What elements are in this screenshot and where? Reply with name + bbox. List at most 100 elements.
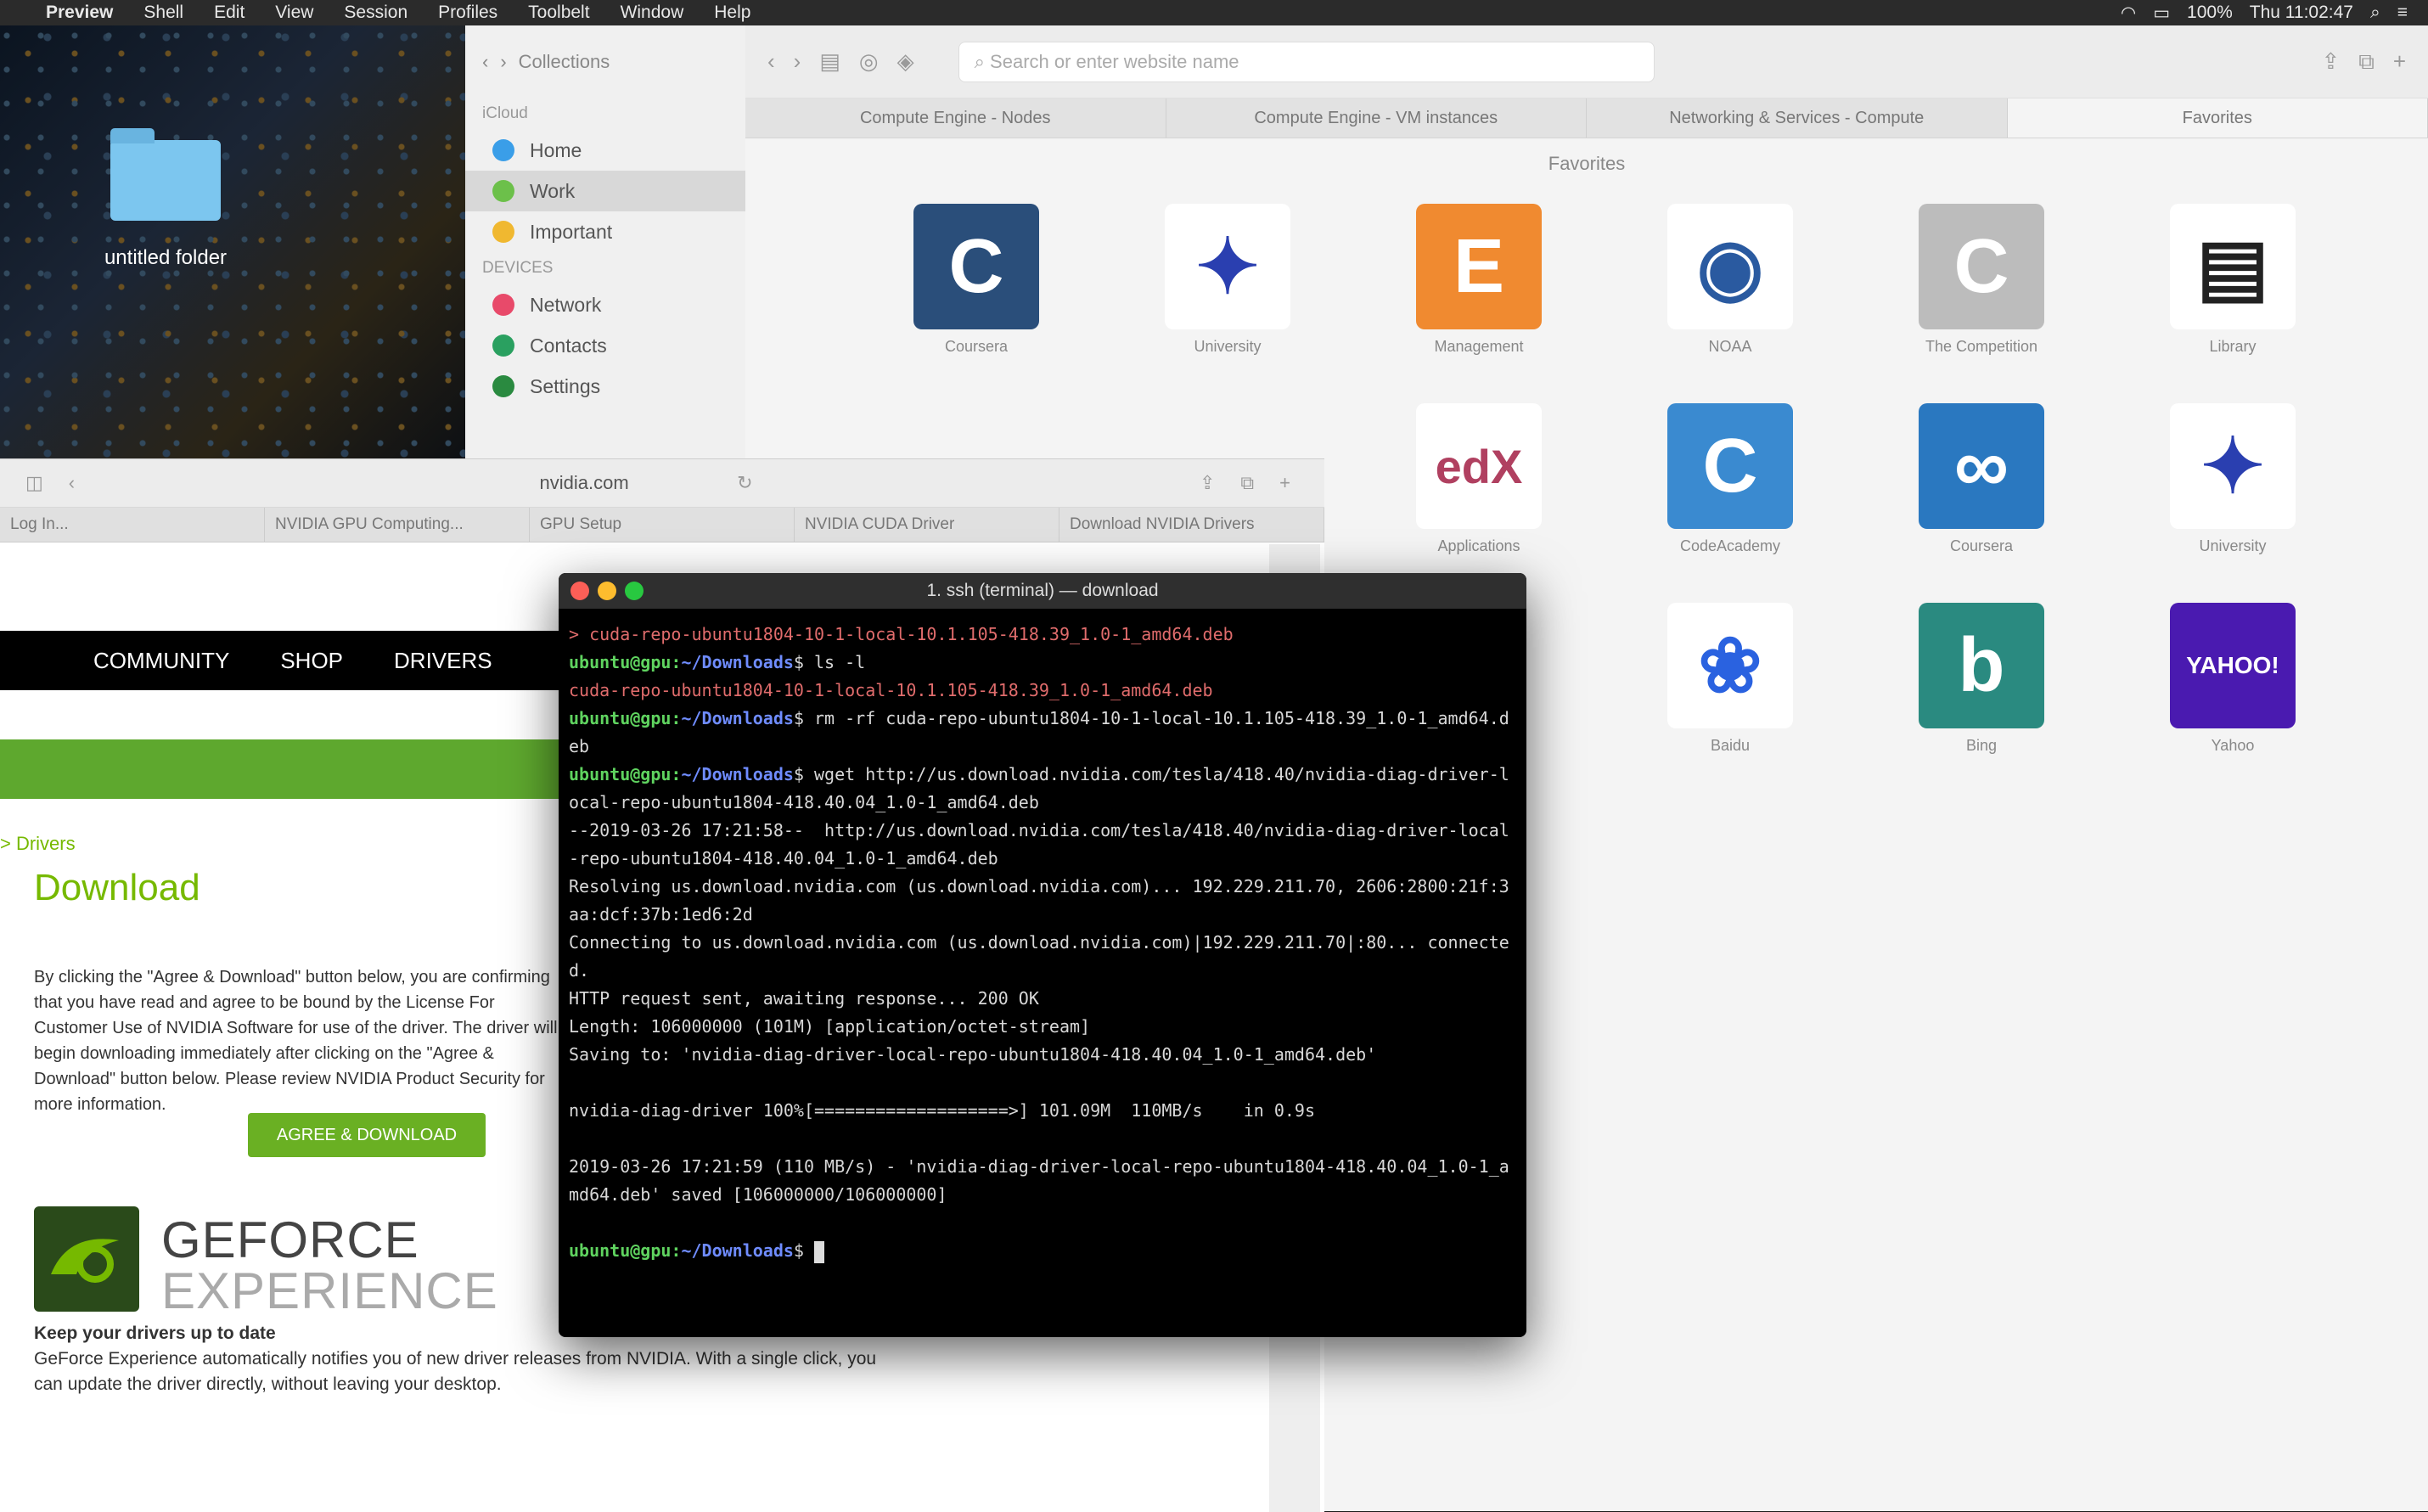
shield-icon[interactable]: ◈ [897, 48, 914, 75]
favorite-item[interactable]: ✦University [2148, 403, 2318, 555]
clock[interactable]: Thu 11:02:47 [2241, 3, 2362, 23]
menu-profiles[interactable]: Profiles [423, 3, 513, 23]
tab-gpu-computing[interactable]: NVIDIA GPU Computing... [265, 508, 530, 542]
browser-toolbar: ‹ › ▤ ◎ ◈ ⌕ Search or enter website name… [745, 25, 2428, 98]
battery-icon[interactable]: ▭ [2144, 3, 2178, 24]
finder-item-home[interactable]: Home [465, 130, 745, 171]
favorite-item[interactable]: CThe Competition [1897, 204, 2066, 356]
favorite-item[interactable]: edXApplications [1394, 403, 1564, 555]
tab-cuda-driver[interactable]: NVIDIA CUDA Driver [795, 508, 1059, 542]
terminal-line: cuda-repo-ubuntu1804-10-1-local-10.1.105… [569, 677, 1516, 705]
menu-help[interactable]: Help [699, 3, 766, 23]
prompt-path: ~/Downloads [681, 652, 793, 672]
address-bar[interactable]: ⌕ Search or enter website name [958, 42, 1655, 82]
finder-item-label: Important [530, 221, 612, 244]
extension-icon[interactable]: ◎ [859, 48, 879, 75]
sidebar-icon[interactable]: ◫ [25, 472, 43, 494]
finder-title: Collections [519, 51, 610, 73]
favorite-tile-icon: edX [1416, 403, 1542, 529]
terminal-line: ubuntu@gpu:~/Downloads$ ls -l [569, 649, 1516, 677]
menu-session[interactable]: Session [329, 3, 423, 23]
favorite-label: Coursera [891, 338, 1061, 356]
reload-icon[interactable]: ↻ [737, 472, 752, 494]
agree-download-button[interactable]: AGREE & DOWNLOAD [248, 1113, 486, 1157]
menu-edit[interactable]: Edit [199, 3, 260, 23]
menu-window[interactable]: Window [605, 3, 700, 23]
tabs-overview-icon[interactable]: ⧉ [1240, 472, 1254, 494]
geforce-subtitle: EXPERIENCE [161, 1266, 498, 1317]
finder-item-label: Network [530, 294, 601, 317]
finder-item-settings[interactable]: Settings [465, 366, 745, 407]
menu-shell[interactable]: Shell [128, 3, 199, 23]
tab-download-drivers[interactable]: Download NVIDIA Drivers [1059, 508, 1324, 542]
nav-drivers[interactable]: DRIVERS [394, 648, 492, 674]
nav-community[interactable]: COMMUNITY [0, 648, 229, 674]
nav-shop[interactable]: SHOP [280, 648, 343, 674]
favorite-item[interactable]: ∞Coursera [1897, 403, 2066, 555]
favorite-item[interactable]: EManagement [1394, 204, 1564, 356]
menu-view[interactable]: View [260, 3, 329, 23]
finder-item-important[interactable]: Important [465, 211, 745, 252]
search-icon: ⌕ [975, 51, 990, 73]
back-icon[interactable]: ‹ [69, 472, 75, 494]
terminal-line: Saving to: 'nvidia-diag-driver-local-rep… [569, 1041, 1516, 1069]
finder-item-work[interactable]: Work [465, 171, 745, 211]
back-icon[interactable]: ‹ [482, 51, 488, 73]
prompt-user: ubuntu@gpu: [569, 708, 681, 728]
favorite-item[interactable]: YAHOO!Yahoo [2148, 603, 2318, 755]
tabs-overview-icon[interactable]: ⧉ [2358, 48, 2375, 76]
favorite-item[interactable]: CCoursera [891, 204, 1061, 356]
add-tab-icon[interactable]: + [2393, 48, 2406, 75]
terminal-line: --2019-03-26 17:21:58-- http://us.downlo… [569, 817, 1516, 873]
favorite-label: The Competition [1897, 338, 2066, 356]
share-icon[interactable]: ⇪ [2321, 48, 2340, 75]
geforce-title: GEFORCE [161, 1215, 419, 1266]
menu-app-name[interactable]: Preview [31, 3, 128, 23]
favorite-label: Baidu [1645, 737, 1815, 755]
status-area: ◠ ▭ 100% Thu 11:02:47 ⌕ ≡ [2112, 3, 2428, 24]
folder-icon[interactable] [110, 140, 221, 221]
finder-item-contacts[interactable]: Contacts [465, 325, 745, 366]
favorite-label: NOAA [1645, 338, 1815, 356]
tab-gpu-setup[interactable]: GPU Setup [530, 508, 795, 542]
terminal-line: Connecting to us.download.nvidia.com (us… [569, 929, 1516, 985]
terminal-line: HTTP request sent, awaiting response... … [569, 985, 1516, 1013]
favorite-item[interactable]: ◉NOAA [1645, 204, 1815, 356]
prompt-user: ubuntu@gpu: [569, 652, 681, 672]
tab-compute-vm[interactable]: Compute Engine - VM instances [1166, 98, 1588, 138]
finder-item-network[interactable]: Network [465, 284, 745, 325]
favorite-label: Library [2148, 338, 2318, 356]
forward-icon[interactable]: › [500, 51, 506, 73]
share-icon[interactable]: ⇪ [1200, 472, 1215, 494]
favorite-tile-icon: ∞ [1919, 403, 2044, 529]
menu-list-icon[interactable]: ≡ [2389, 3, 2416, 23]
tab-networking[interactable]: Networking & Services - Compute [1587, 98, 2008, 138]
finder-section-icloud: iCloud [465, 98, 745, 130]
tab-favorites[interactable]: Favorites [2008, 98, 2428, 138]
breadcrumb[interactable]: > Drivers [0, 833, 76, 855]
favorite-item[interactable]: ▤ Library [2148, 204, 2318, 356]
favorite-item[interactable]: ✦University [1143, 204, 1312, 356]
license-paragraph: By clicking the "Agree & Download" butto… [34, 964, 560, 1117]
favorite-tile-icon: ❀ [1667, 603, 1793, 728]
favorite-item[interactable]: ❀ Baidu [1645, 603, 1815, 755]
favorite-item[interactable]: CCodeAcademy [1645, 403, 1815, 555]
wifi-icon[interactable]: ◠ [2112, 3, 2144, 24]
add-tab-icon[interactable]: + [1279, 472, 1290, 494]
search-icon[interactable]: ⌕ [2362, 3, 2389, 23]
desktop-wallpaper [0, 25, 475, 458]
tag-dot-icon [492, 221, 514, 243]
favorite-item[interactable]: bBing [1897, 603, 2066, 755]
folder-label: untitled folder [68, 246, 263, 270]
terminal-output[interactable]: > cuda-repo-ubuntu1804-10-1-local-10.1.1… [559, 609, 1526, 1277]
terminal-line: ubuntu@gpu:~/Downloads$ [569, 1237, 1516, 1265]
favorite-tile-icon: YAHOO! [2170, 603, 2296, 728]
back-icon[interactable]: ‹ [767, 48, 775, 75]
forward-icon[interactable]: › [794, 48, 801, 75]
tab-login[interactable]: Log In... [0, 508, 265, 542]
favorite-tile-icon: ▤ [2170, 204, 2296, 329]
sidebar-icon[interactable]: ▤ [819, 48, 840, 75]
tab-compute-nodes[interactable]: Compute Engine - Nodes [745, 98, 1166, 138]
menu-toolbelt[interactable]: Toolbelt [513, 3, 604, 23]
url-field[interactable]: nvidia.com [457, 472, 711, 494]
